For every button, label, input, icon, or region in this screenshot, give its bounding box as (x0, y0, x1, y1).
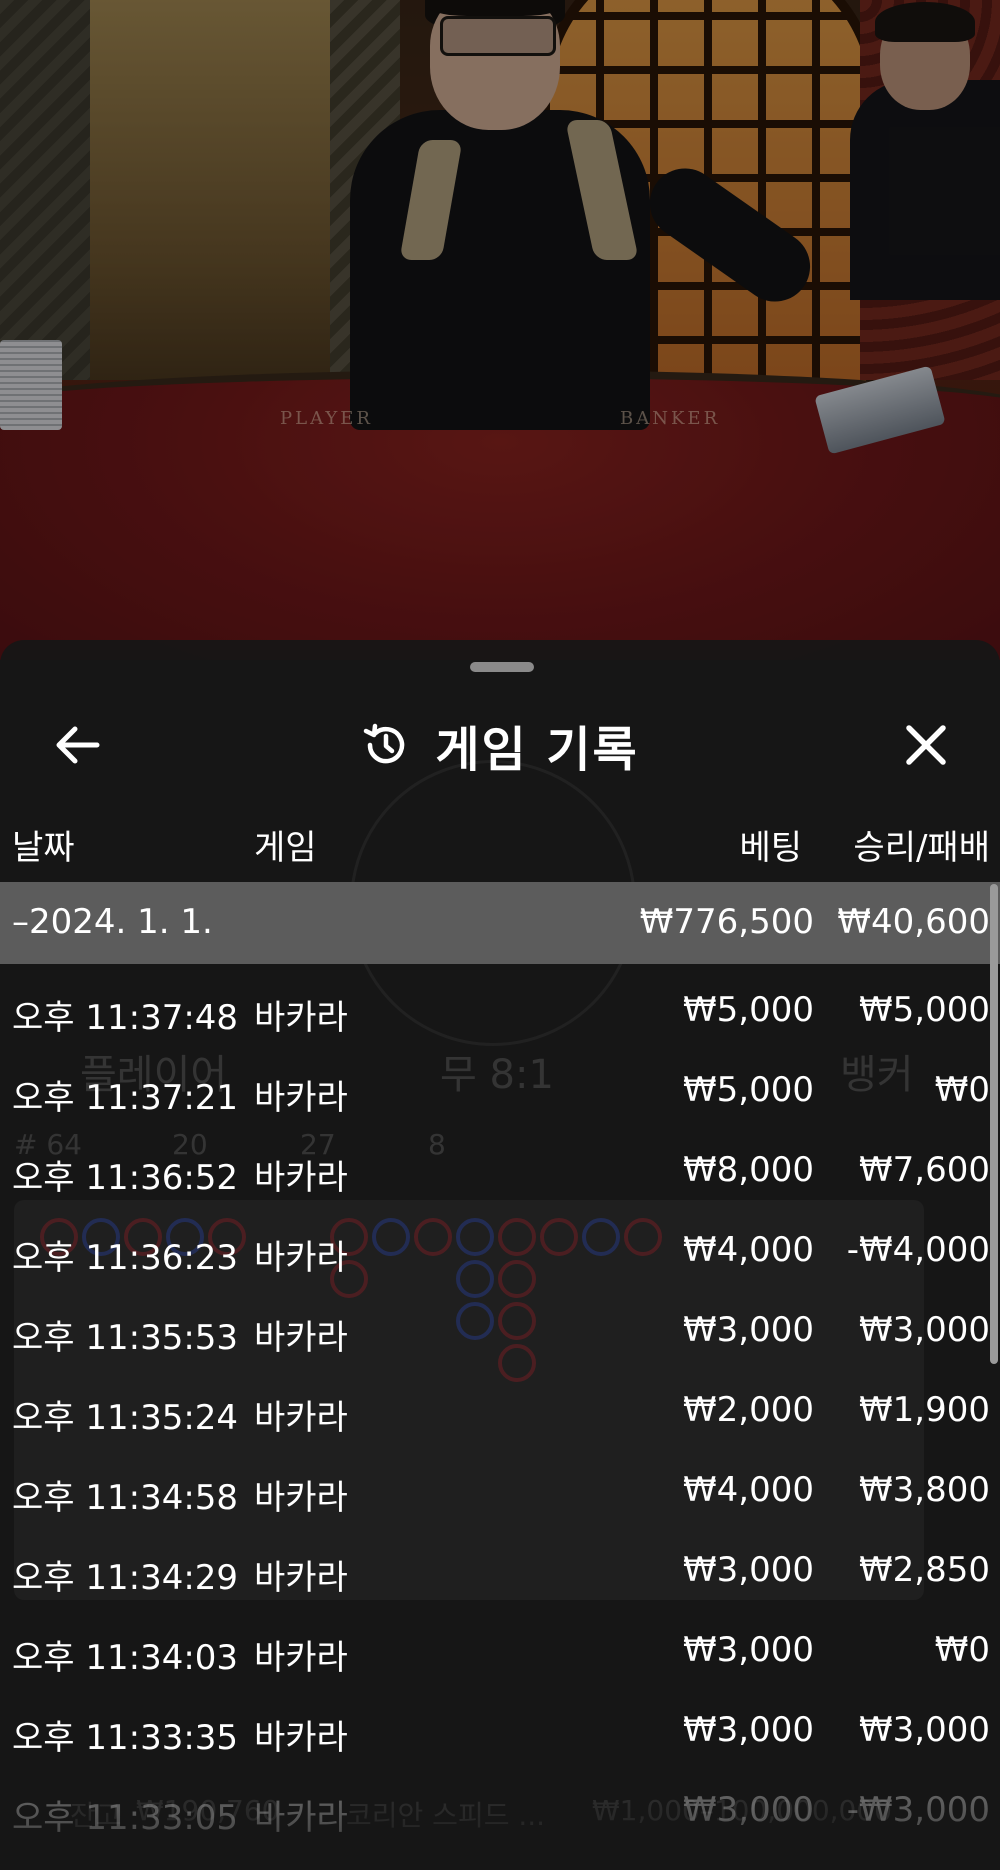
row-time: 오후 11:35:24 (12, 1398, 239, 1438)
row-game: 바카라 (254, 998, 348, 1038)
row-win-loss: -₩4,000 (846, 1230, 990, 1270)
history-row[interactable]: 오후 11:36:52 바카라 ₩8,000 ₩7,600 (0, 1130, 1000, 1210)
history-row[interactable]: 오후 11:35:53 바카라 ₩3,000 ₩3,000 (0, 1290, 1000, 1370)
row-bet: ₩3,000 (683, 1550, 814, 1590)
row-game: 바카라 (254, 1318, 348, 1358)
row-win-loss: ₩7,600 (859, 1150, 990, 1190)
row-game: 바카라 (254, 1158, 348, 1198)
column-header-date: 날짜 (12, 828, 75, 868)
row-game: 바카라 (254, 1238, 348, 1278)
row-game: 바카라 (254, 1798, 348, 1838)
row-game: 바카라 (254, 1078, 348, 1118)
history-row[interactable]: 오후 11:34:58 바카라 ₩4,000 ₩3,800 (0, 1450, 1000, 1530)
row-time: 오후 11:37:21 (12, 1078, 239, 1118)
row-time: 오후 11:36:23 (12, 1238, 239, 1278)
row-win-loss: ₩3,000 (859, 1710, 990, 1750)
date-summary-row[interactable]: –2024. 1. 1. ₩776,500 ₩40,600 (0, 882, 1000, 964)
video-dim-overlay (0, 0, 1000, 660)
row-game: 바카라 (254, 1558, 348, 1598)
row-bet: ₩3,000 (683, 1310, 814, 1350)
row-win-loss: ₩5,000 (859, 990, 990, 1030)
row-game: 바카라 (254, 1638, 348, 1678)
row-bet: ₩8,000 (683, 1150, 814, 1190)
row-bet: ₩3,000 (683, 1790, 814, 1830)
row-bet: ₩5,000 (683, 990, 814, 1030)
row-time: 오후 11:33:05 (12, 1798, 239, 1838)
row-game: 바카라 (254, 1718, 348, 1758)
row-game: 바카라 (254, 1398, 348, 1438)
row-time: 오후 11:34:03 (12, 1638, 239, 1678)
row-win-loss: ₩0 (934, 1070, 990, 1110)
sheet-drag-handle[interactable] (470, 662, 534, 672)
summary-bet-total: ₩776,500 (639, 902, 814, 942)
sheet-header: 게임 기록 (0, 700, 1000, 790)
history-row[interactable]: 오후 11:37:48 바카라 ₩5,000 ₩5,000 (0, 970, 1000, 1050)
row-win-loss: ₩2,850 (859, 1550, 990, 1590)
row-time: 오후 11:36:52 (12, 1158, 239, 1198)
row-bet: ₩4,000 (683, 1470, 814, 1510)
row-game: 바카라 (254, 1478, 348, 1518)
history-row[interactable]: 오후 11:34:03 바카라 ₩3,000 ₩0 (0, 1610, 1000, 1690)
column-header-game: 게임 (254, 828, 317, 868)
row-win-loss: ₩1,900 (859, 1390, 990, 1430)
sheet-title: 게임 기록 (435, 722, 639, 778)
row-time: 오후 11:33:35 (12, 1718, 239, 1758)
history-row[interactable]: 오후 11:33:35 바카라 ₩3,000 ₩3,000 (0, 1690, 1000, 1770)
column-headers: 날짜 게임 베팅 승리/패배 (0, 820, 1000, 880)
summary-date: –2024. 1. 1. (12, 902, 213, 942)
column-header-bet: 베팅 (739, 828, 802, 868)
row-win-loss: -₩3,000 (846, 1790, 990, 1830)
row-bet: ₩2,000 (683, 1390, 814, 1430)
row-time: 오후 11:35:53 (12, 1318, 239, 1358)
history-clock-icon (364, 723, 405, 764)
row-bet: ₩3,000 (683, 1710, 814, 1750)
row-win-loss: ₩3,000 (859, 1310, 990, 1350)
row-time: 오후 11:37:48 (12, 998, 239, 1038)
sheet-title-group: 게임 기록 (0, 700, 1000, 790)
history-row[interactable]: 오후 11:33:05 바카라 ₩3,000 -₩3,000 (0, 1770, 1000, 1850)
close-x-icon (906, 725, 946, 765)
history-row[interactable]: 오후 11:36:23 바카라 ₩4,000 -₩4,000 (0, 1210, 1000, 1290)
row-win-loss: ₩3,800 (859, 1470, 990, 1510)
live-video-feed: PLAYER BANKER (0, 0, 1000, 660)
row-time: 오후 11:34:29 (12, 1558, 239, 1598)
column-header-win-loss: 승리/패배 (853, 828, 990, 868)
summary-win-loss-total: ₩40,600 (837, 902, 990, 942)
row-bet: ₩5,000 (683, 1070, 814, 1110)
row-bet: ₩3,000 (683, 1630, 814, 1670)
game-history-sheet: 플레이어 무 8:1 뱅커 # 64 20 27 8 잔고 ₩190,760 코… (0, 640, 1000, 1870)
close-button[interactable] (888, 710, 964, 780)
history-row[interactable]: 오후 11:37:21 바카라 ₩5,000 ₩0 (0, 1050, 1000, 1130)
row-time: 오후 11:34:58 (12, 1478, 239, 1518)
history-row[interactable]: 오후 11:35:24 바카라 ₩2,000 ₩1,900 (0, 1370, 1000, 1450)
row-win-loss: ₩0 (934, 1630, 990, 1670)
list-scrollbar[interactable] (990, 884, 998, 1364)
history-list: 오후 11:37:48 바카라 ₩5,000 ₩5,000 오후 11:37:2… (0, 970, 1000, 1850)
history-row[interactable]: 오후 11:34:29 바카라 ₩3,000 ₩2,850 (0, 1530, 1000, 1610)
row-bet: ₩4,000 (683, 1230, 814, 1270)
